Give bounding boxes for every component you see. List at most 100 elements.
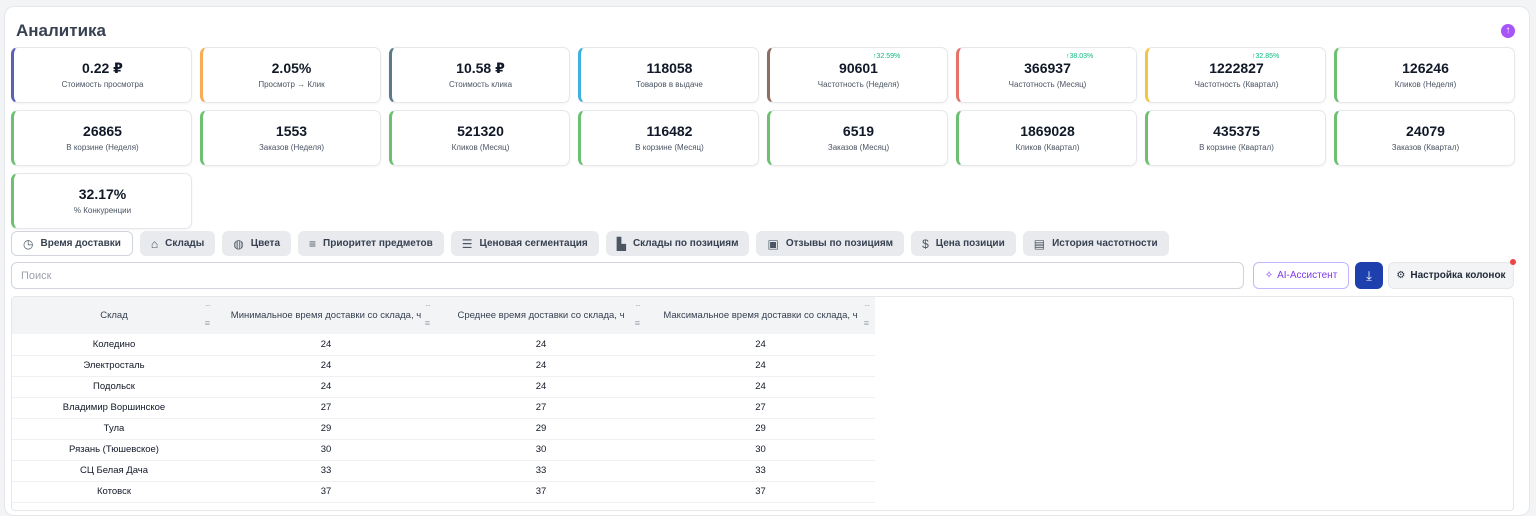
warehouse-cell: Коледино — [12, 334, 216, 356]
warehouse-cell: Владимир Воршинское — [12, 397, 216, 419]
column-filter-icon[interactable]: ≡ — [205, 317, 210, 330]
delivery-time-cell: 27 — [436, 397, 646, 419]
tab-clock[interactable]: ◷ Время доставки — [11, 231, 133, 256]
metric-cards: 0.22 ₽ Стоимость просмотра 2.05% Просмотр →… — [11, 47, 1515, 229]
ai-assistant-button[interactable]: ✧ AI-Ассистент — [1253, 262, 1349, 289]
tab-price[interactable]: $ Цена позиции — [911, 231, 1016, 256]
warehouse-cell: Котовск — [12, 481, 216, 503]
palette-icon: ◍ — [233, 236, 244, 251]
metric-label: Кликов (Неделя) — [1394, 80, 1457, 89]
download-button[interactable]: ⤓ — [1355, 262, 1383, 289]
collapse-up-icon[interactable]: ↑ — [1501, 24, 1515, 38]
metric-card: 6519 Заказов (Месяц) — [767, 110, 948, 166]
metric-card: 116482 В корзине (Месяц) — [578, 110, 759, 166]
panel-title: Аналитика — [16, 21, 106, 40]
metric-label: Заказов (Квартал) — [1391, 143, 1460, 152]
column-menu-icon[interactable]: ··· — [205, 299, 211, 312]
delivery-time-cell: 24 — [216, 376, 436, 398]
tab-factory[interactable]: ▙ Склады по позициям — [605, 231, 750, 256]
column-menu-icon[interactable]: ··· — [425, 299, 431, 312]
table-row[interactable]: Рязань (Тюшевское) 30 30 30 — [12, 439, 875, 461]
delivery-time-cell: 24 — [216, 355, 436, 377]
tab-warehouse[interactable]: ⌂ Склады — [139, 231, 216, 256]
tab-label: Отзывы по позициям — [785, 238, 894, 249]
tab-palette[interactable]: ◍ Цвета — [222, 231, 292, 256]
metric-value: 2.05% — [271, 60, 312, 76]
metric-label: % Конкуренции — [73, 206, 132, 215]
price-icon: $ — [922, 236, 929, 251]
metric-label: Стоимость клика — [448, 80, 513, 89]
review-icon: ▣ — [767, 236, 779, 251]
column-header-label: Минимальное время доставки со склада, ч — [230, 310, 422, 321]
warehouse-cell: Подольск — [12, 376, 216, 398]
warehouse-cell: СЦ Белая Дача — [12, 460, 216, 482]
table-row[interactable]: Тула 29 29 29 — [12, 418, 875, 440]
tab-label: История частотности — [1052, 238, 1158, 249]
delivery-time-cell: 33 — [646, 460, 875, 482]
column-filter-icon[interactable]: ≡ — [635, 317, 640, 330]
search-input[interactable] — [11, 262, 1244, 289]
tab-review[interactable]: ▣ Отзывы по позициям — [756, 231, 905, 256]
column-header[interactable]: Минимальное время доставки со склада, ч ·… — [216, 297, 436, 334]
column-header[interactable]: Максимальное время доставки со склада, ч… — [646, 297, 875, 334]
metric-label: Кликов (Месяц) — [451, 143, 510, 152]
metric-label: Частотность (Неделя) — [817, 80, 900, 89]
metric-card: ↑32.59% 90601 Частотность (Неделя) — [767, 47, 948, 103]
delivery-time-cell: 33 — [436, 460, 646, 482]
column-filter-icon[interactable]: ≡ — [864, 317, 869, 330]
column-filter-icon[interactable]: ≡ — [425, 317, 430, 330]
list-icon: ≡ — [309, 236, 317, 251]
tab-history[interactable]: ▤ История частотности — [1022, 231, 1169, 256]
table-row[interactable]: Подольск 24 24 24 — [12, 376, 875, 398]
tab-list[interactable]: ≡ Приоритет предметов — [298, 231, 444, 256]
column-menu-icon[interactable]: ··· — [635, 299, 641, 312]
metric-card: 126246 Кликов (Неделя) — [1334, 47, 1515, 103]
delivery-time-cell: 24 — [216, 334, 436, 356]
column-header[interactable]: Среднее время доставки со склада, ч ··· ≡ — [436, 297, 646, 334]
metric-value: 366937 — [1024, 60, 1071, 76]
column-menu-icon[interactable]: ··· — [864, 299, 870, 312]
metric-card: 24079 Заказов (Квартал) — [1334, 110, 1515, 166]
delivery-time-cell: 24 — [436, 334, 646, 356]
metric-value: 24079 — [1406, 123, 1445, 139]
metric-value: 32.17% — [78, 186, 127, 202]
delivery-time-cell: 33 — [216, 460, 436, 482]
table-body: Коледино 24 24 24 Электросталь 24 24 24 Подольск… — [12, 334, 875, 503]
segments-icon: ☰ — [461, 236, 473, 251]
metric-value: 6519 — [842, 123, 875, 139]
delivery-time-cell: 24 — [436, 376, 646, 398]
metric-label: Товаров в выдаче — [636, 80, 703, 89]
table-row[interactable]: Котовск 37 37 37 — [12, 481, 875, 503]
delivery-time-cell: 30 — [216, 439, 436, 461]
metric-value: 118058 — [646, 60, 693, 76]
column-settings-button[interactable]: ⚙ Настройка колонок — [1388, 259, 1516, 289]
metric-card: 118058 Товаров в выдаче — [578, 47, 759, 103]
column-header-label: Максимальное время доставки со склада, ч — [663, 310, 858, 321]
metric-label: В корзине (Месяц) — [635, 143, 704, 152]
gear-icon: ⚙ — [1396, 270, 1406, 281]
metric-label: В корзине (Квартал) — [1199, 143, 1274, 152]
sparkle-icon: ✧ — [1264, 270, 1274, 281]
delivery-time-cell: 30 — [646, 439, 875, 461]
delivery-time-cell: 24 — [646, 334, 875, 356]
table-row[interactable]: Коледино 24 24 24 — [12, 334, 875, 356]
delivery-time-cell: 29 — [436, 418, 646, 440]
table-row[interactable]: Электросталь 24 24 24 — [12, 355, 875, 377]
metric-value: 116482 — [646, 123, 693, 139]
tab-label: Приоритет предметов — [323, 238, 433, 249]
column-header[interactable]: Склад ··· ≡ — [12, 297, 216, 334]
metric-delta: ↑32.59% — [873, 53, 901, 60]
metric-label: Частотность (Месяц) — [1008, 80, 1087, 89]
factory-icon: ▙ — [616, 236, 626, 251]
tab-label: Склады — [165, 238, 205, 249]
tab-segments[interactable]: ☰ Ценовая сегментация — [450, 231, 599, 256]
table-row[interactable]: СЦ Белая Дача 33 33 33 — [12, 460, 875, 482]
table-header-row: Склад ··· ≡ Минимальное время доставки со с… — [12, 297, 875, 334]
data-grid: Склад ··· ≡ Минимальное время доставки со с… — [11, 296, 1514, 511]
download-icon: ⤓ — [1366, 267, 1372, 283]
metric-value: 1222827 — [1209, 60, 1264, 76]
table-row[interactable]: Владимир Воршинское 27 27 27 — [12, 397, 875, 419]
metric-value: 1869028 — [1020, 123, 1075, 139]
metric-label: Заказов (Месяц) — [827, 143, 890, 152]
metric-label: Частотность (Квартал) — [1194, 80, 1279, 89]
